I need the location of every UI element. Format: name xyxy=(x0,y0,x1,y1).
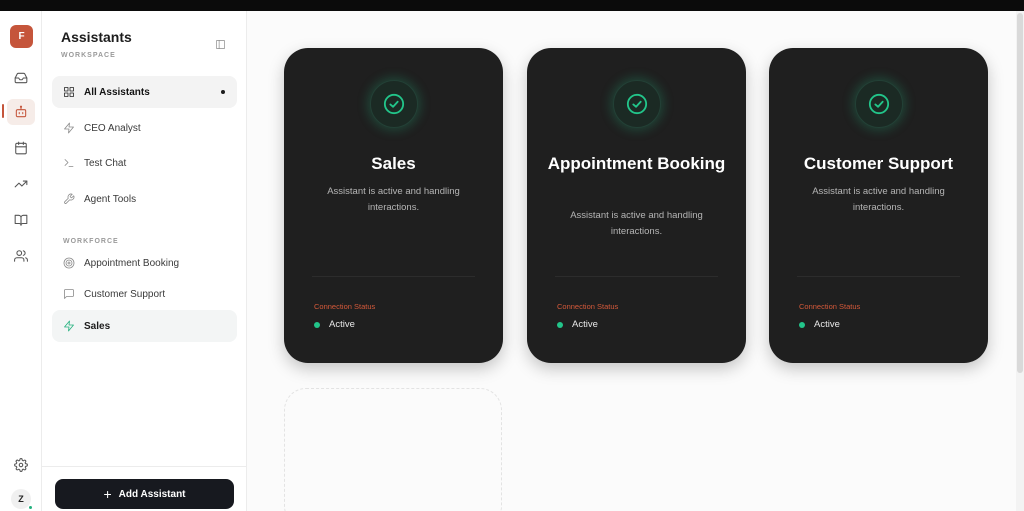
sidebar-item-label: Sales xyxy=(84,320,111,332)
sidebar-item-customer-support[interactable]: Customer Support xyxy=(52,278,237,310)
connection-status-label: Connection Status xyxy=(314,302,376,311)
assistant-card-customer-support[interactable]: Customer Support Assistant is active and… xyxy=(769,48,988,363)
vertical-scrollbar[interactable] xyxy=(1016,11,1024,511)
sidebar-item-test-chat[interactable]: Test Chat xyxy=(52,147,237,179)
sidebar-item-agent-tools[interactable]: Agent Tools xyxy=(52,183,237,215)
sidebar-item-ceo-analyst[interactable]: CEO Analyst xyxy=(52,112,237,144)
check-circle-icon xyxy=(383,93,405,115)
collapse-sidebar-icon[interactable] xyxy=(213,37,227,51)
check-circle-icon xyxy=(868,93,890,115)
sidebar-divider xyxy=(42,466,247,467)
status-dot xyxy=(799,321,805,328)
sidebar-item-all-assistants[interactable]: All Assistants xyxy=(52,76,237,108)
connection-status: Active xyxy=(557,319,598,330)
check-circle-icon xyxy=(626,93,648,115)
active-dot xyxy=(221,90,225,94)
connection-status: Active xyxy=(314,319,355,330)
status-dot xyxy=(557,321,563,328)
inbox-icon[interactable] xyxy=(7,65,35,91)
add-assistant-button[interactable]: + Add Assistant xyxy=(55,479,234,509)
sidebar-item-label: CEO Analyst xyxy=(84,122,141,134)
sidebar-item-sales[interactable]: Sales xyxy=(52,310,237,342)
rail-active-indicator xyxy=(2,104,4,118)
bot-icon[interactable] xyxy=(7,99,35,125)
book-icon[interactable] xyxy=(7,207,35,233)
card-divider xyxy=(797,276,960,277)
card-description: Assistant is active and handling interac… xyxy=(327,186,460,213)
zap-icon xyxy=(64,320,74,332)
grid-icon xyxy=(64,87,74,97)
scrollbar-thumb[interactable] xyxy=(1017,13,1023,373)
plus-icon: + xyxy=(103,486,112,502)
sidebar-item-label: All Assistants xyxy=(84,86,150,98)
card-title: Customer Support xyxy=(803,154,954,173)
assistant-card-appointment-booking[interactable]: Appointment Booking Assistant is active … xyxy=(527,48,746,363)
sidebar-item-label: Agent Tools xyxy=(84,193,137,205)
card-description: Assistant is active and handling interac… xyxy=(570,210,703,237)
status-text: Active xyxy=(329,319,355,330)
status-text: Active xyxy=(814,319,840,330)
users-icon[interactable] xyxy=(7,243,35,269)
online-status-dot xyxy=(28,505,33,510)
sidebar-item-appointment-booking[interactable]: Appointment Booking xyxy=(52,247,237,279)
connection-status-label: Connection Status xyxy=(557,302,619,311)
card-divider xyxy=(312,276,475,277)
card-title: Sales xyxy=(371,154,416,173)
terminal-icon xyxy=(64,159,74,167)
connection-status: Active xyxy=(799,319,840,330)
sidebar-item-label: Customer Support xyxy=(84,288,166,300)
settings-icon[interactable] xyxy=(7,452,35,478)
assistants-sidebar: Assistants WORKSPACE All Assistants CEO … xyxy=(42,11,247,511)
main-content: Sales Assistant is active and handling i… xyxy=(248,11,1024,511)
message-icon xyxy=(64,289,74,299)
workforce-section-label: WORKFORCE xyxy=(63,238,119,245)
calendar-icon[interactable] xyxy=(7,135,35,161)
sidebar-subtitle: WORKSPACE xyxy=(61,52,116,59)
target-icon xyxy=(63,257,75,269)
trending-icon[interactable] xyxy=(7,171,35,197)
icon-rail: F Z xyxy=(0,11,42,511)
add-assistant-label: Add Assistant xyxy=(118,488,186,500)
workspace-avatar[interactable]: F xyxy=(10,25,33,48)
connection-status-label: Connection Status xyxy=(799,302,861,311)
status-dot xyxy=(314,321,320,328)
zap-icon xyxy=(64,122,74,134)
sidebar-title: Assistants xyxy=(61,29,132,45)
top-window-bar xyxy=(0,0,1024,11)
assistant-card-sales[interactable]: Sales Assistant is active and handling i… xyxy=(284,48,503,363)
wrench-icon xyxy=(64,193,75,204)
status-text: Active xyxy=(572,319,598,330)
sidebar-item-label: Test Chat xyxy=(84,157,127,169)
card-description: Assistant is active and handling interac… xyxy=(812,186,945,213)
card-divider xyxy=(555,276,718,277)
card-title: Appointment Booking xyxy=(547,154,726,173)
add-assistant-placeholder-card[interactable] xyxy=(284,388,502,511)
sidebar-item-label: Appointment Booking xyxy=(84,257,180,269)
